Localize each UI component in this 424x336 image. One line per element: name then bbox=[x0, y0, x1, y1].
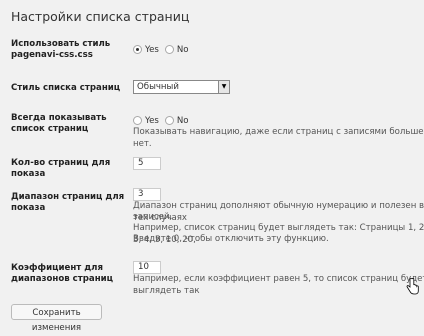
range-input[interactable]: 3 bbox=[133, 188, 161, 201]
coef-label: Коэффициент для диапазонов страниц bbox=[11, 263, 114, 284]
css-label: Использовать стиль pagenavi-css.css bbox=[11, 39, 111, 60]
always-description: Показывать навигацию, даже если страниц … bbox=[133, 127, 424, 149]
count-label: Кол-во страниц для показа bbox=[11, 158, 111, 179]
range-label: Диапазон страниц для показа bbox=[11, 192, 125, 213]
always-radio-group: Yes No bbox=[133, 116, 195, 126]
coef-description: Например, если коэффициент равен 5, то с… bbox=[133, 274, 424, 296]
save-changes-button[interactable]: Сохранить изменения bbox=[11, 304, 102, 333]
page-title: Настройки списка страниц bbox=[11, 9, 190, 24]
hand-pointer-icon bbox=[406, 278, 419, 295]
always-yes-label: Yes bbox=[145, 116, 159, 126]
style-label: Стиль списка страниц bbox=[11, 83, 121, 93]
style-select-value: Обычный bbox=[137, 82, 179, 92]
always-yes-radio[interactable] bbox=[133, 116, 142, 125]
count-input[interactable]: 5 bbox=[133, 157, 161, 170]
range-description-4: Введите 0, чтобы отключить эту функцию. bbox=[133, 234, 329, 244]
css-yes-radio[interactable] bbox=[133, 45, 142, 54]
style-select[interactable]: Обычный ▼ bbox=[133, 80, 230, 94]
range-description-2: записей. bbox=[133, 212, 173, 222]
always-label: Всегда показывать список страниц bbox=[11, 113, 107, 134]
coef-input[interactable]: 10 bbox=[133, 261, 161, 274]
css-radio-group: Yes No bbox=[133, 45, 195, 55]
css-no-radio[interactable] bbox=[164, 45, 174, 54]
css-no-label: No bbox=[176, 45, 189, 55]
css-yes-label: Yes bbox=[145, 45, 159, 55]
always-no-label: No bbox=[176, 116, 189, 126]
dropdown-arrow-icon[interactable]: ▼ bbox=[218, 81, 229, 93]
always-no-radio[interactable] bbox=[164, 116, 174, 125]
